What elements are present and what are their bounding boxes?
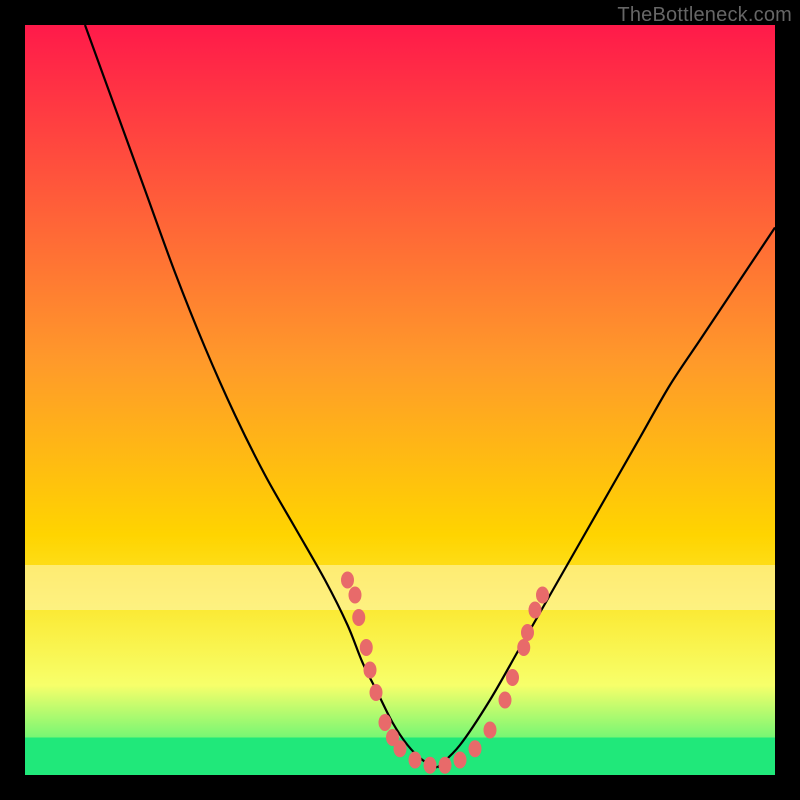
marker-dot: [529, 602, 542, 619]
plot-area: [25, 25, 775, 775]
watermark-text: TheBottleneck.com: [617, 4, 792, 27]
marker-dot: [484, 722, 497, 739]
marker-dot: [499, 692, 512, 709]
marker-dot: [469, 740, 482, 757]
marker-dot: [370, 684, 383, 701]
marker-dot: [352, 609, 365, 626]
marker-dot: [364, 662, 377, 679]
marker-dot: [409, 752, 422, 769]
marker-dot: [517, 639, 530, 656]
marker-dot: [360, 639, 373, 656]
marker-dot: [349, 587, 362, 604]
marker-dot: [454, 752, 467, 769]
outer-frame: TheBottleneck.com: [0, 0, 800, 800]
marker-dot: [394, 740, 407, 757]
marker-dot: [439, 757, 452, 774]
marker-dot: [379, 714, 392, 731]
marker-dot: [536, 587, 549, 604]
chart-svg: [25, 25, 775, 775]
gradient-background: [25, 25, 775, 775]
marker-dot: [506, 669, 519, 686]
marker-dot: [341, 572, 354, 589]
marker-dot: [424, 757, 437, 774]
marker-dot: [521, 624, 534, 641]
pale-horizontal-band: [25, 565, 775, 610]
